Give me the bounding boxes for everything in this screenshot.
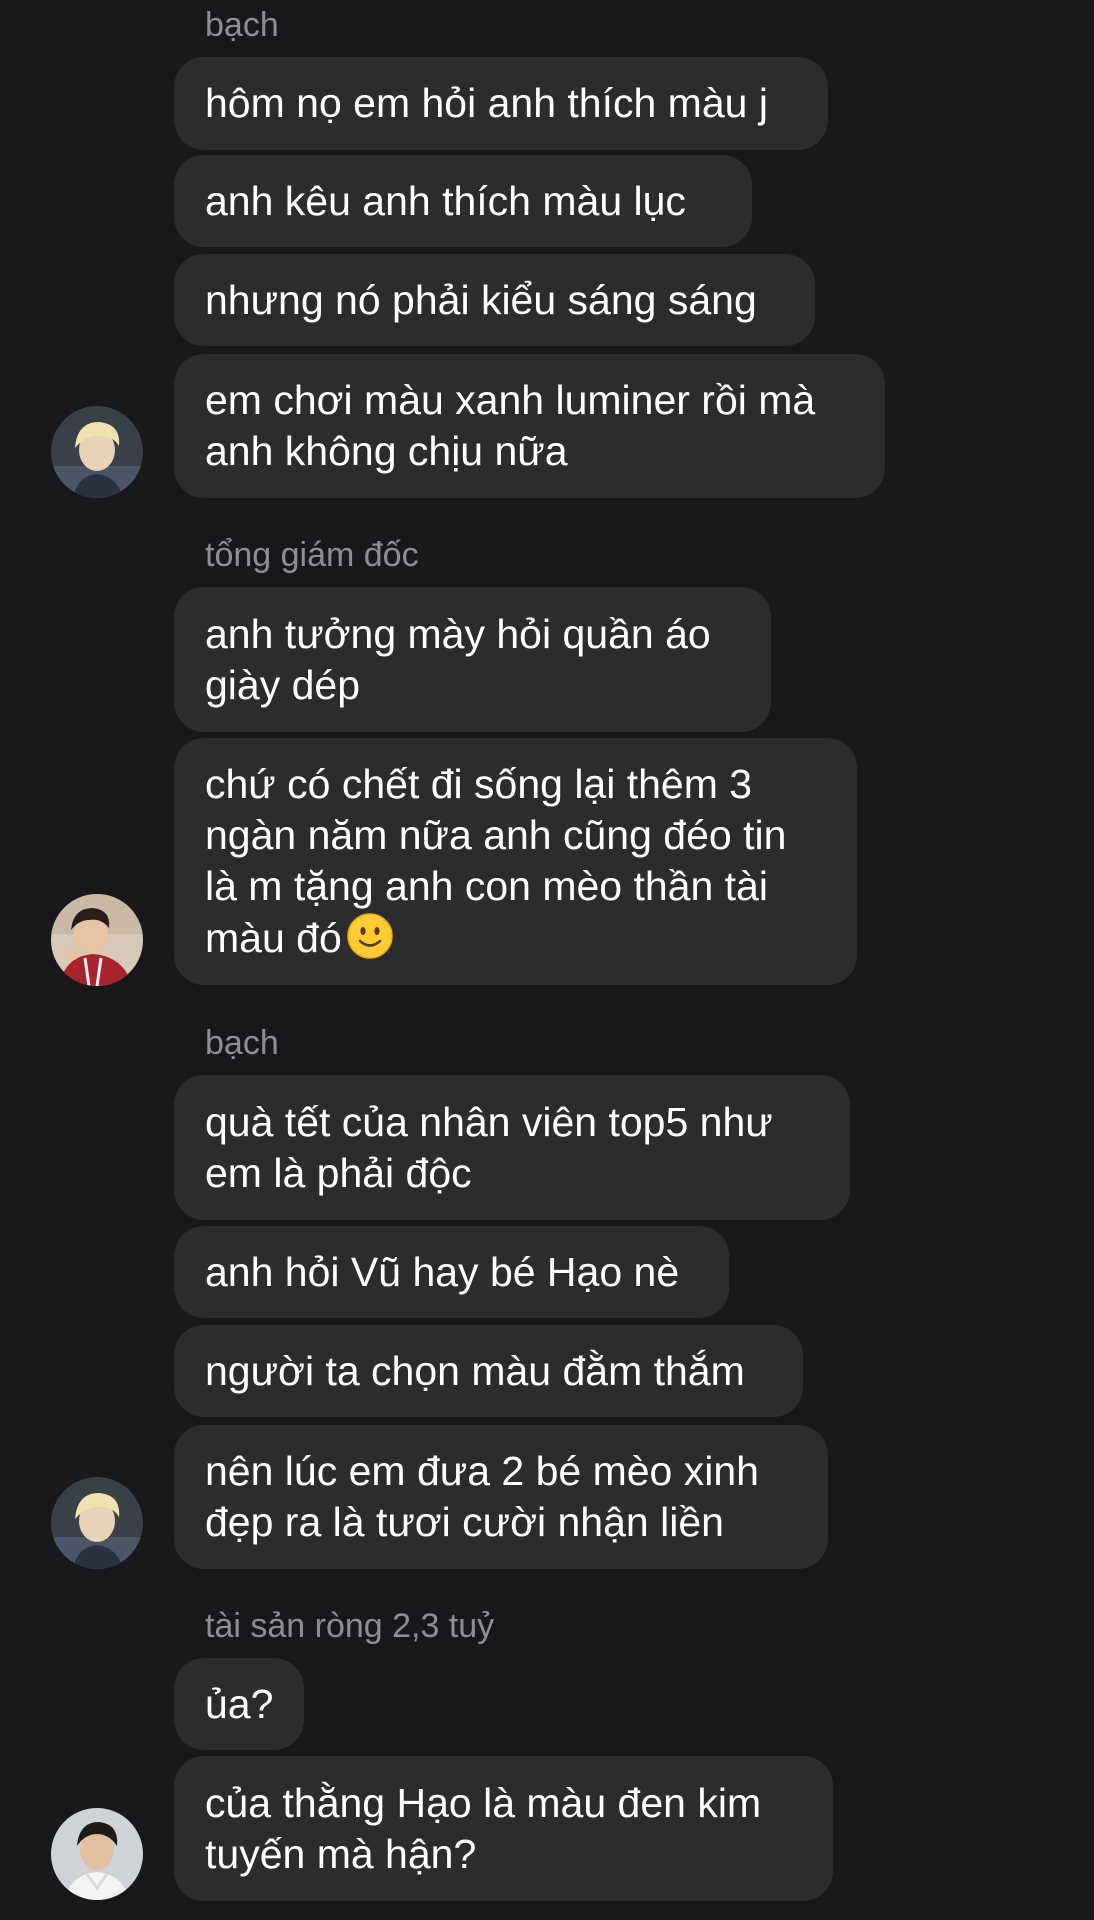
message-text: anh tưởng mày hỏi quần áo [205, 610, 711, 657]
message-text: tuyến mà hận? [205, 1830, 477, 1877]
message-text: ủa? [205, 1680, 274, 1727]
avatar[interactable] [51, 1808, 143, 1900]
message-text: quà tết của nhân viên top5 như [205, 1098, 773, 1145]
avatar-photo-red-jacket [51, 894, 143, 986]
message-text: nhưng nó phải kiểu sáng sáng [205, 276, 757, 323]
sender-name: bạch [205, 1024, 279, 1062]
message-text: ngàn năm nữa anh cũng đéo tin [205, 812, 787, 858]
message-text: giày dép [205, 661, 361, 708]
message-text: màu đó [205, 915, 342, 961]
sender-name: tài sản ròng 2,3 tuỷ [205, 1607, 495, 1645]
avatar[interactable] [51, 1477, 143, 1569]
chat-screen: bạch hôm nọ em hỏi anh thích màu j anh k… [0, 0, 1094, 1920]
message-text: của thằng Hạo là màu đen kim [205, 1779, 762, 1826]
message-text: chứ có chết đi sống lại thêm 3 [205, 761, 753, 807]
message-bubble[interactable]: ủa? [174, 1658, 304, 1750]
avatar-photo-blonde [51, 406, 143, 498]
message-bubble[interactable]: nên lúc em đưa 2 bé mèo xinh đẹp ra là t… [174, 1425, 828, 1569]
message-bubble[interactable]: chứ có chết đi sống lại thêm 3 ngàn năm … [174, 738, 857, 985]
avatar-photo-blonde [51, 1477, 143, 1569]
message-bubble[interactable]: quà tết của nhân viên top5 như em là phả… [174, 1075, 850, 1220]
message-text: nên lúc em đưa 2 bé mèo xinh [205, 1448, 759, 1494]
message-text: anh kêu anh thích màu lục [205, 177, 686, 224]
message-bubble[interactable]: anh kêu anh thích màu lục [174, 155, 752, 247]
message-bubble[interactable]: nhưng nó phải kiểu sáng sáng [174, 254, 815, 346]
slightly-smiling-face-icon [346, 912, 394, 960]
message-bubble[interactable]: anh hỏi Vũ hay bé Hạo nè [174, 1226, 729, 1318]
message-text: người ta chọn màu đằm thắm [205, 1347, 745, 1394]
message-text: em chơi màu xanh luminer rồi mà [205, 377, 816, 423]
message-bubble[interactable]: của thằng Hạo là màu đen kim tuyến mà hậ… [174, 1756, 833, 1901]
message-text: đẹp ra là tươi cười nhận liền [205, 1499, 724, 1545]
sender-name: tổng giám đốc [205, 536, 419, 574]
avatar[interactable] [51, 894, 143, 986]
avatar-photo-dark-hair [51, 1808, 143, 1900]
message-text: em là phải độc [205, 1149, 472, 1196]
message-text: anh hỏi Vũ hay bé Hạo nè [205, 1248, 680, 1295]
message-bubble[interactable]: em chơi màu xanh luminer rồi mà anh khôn… [174, 354, 885, 498]
avatar[interactable] [51, 406, 143, 498]
message-bubble[interactable]: hôm nọ em hỏi anh thích màu j [174, 57, 828, 150]
message-bubble[interactable]: anh tưởng mày hỏi quần áo giày dép [174, 587, 771, 732]
message-bubble[interactable]: người ta chọn màu đằm thắm [174, 1325, 803, 1417]
message-text: anh không chịu nữa [205, 428, 568, 474]
message-text: là m tặng anh con mèo thần tài [205, 863, 768, 909]
message-text: hôm nọ em hỏi anh thích màu j [205, 80, 768, 126]
sender-name: bạch [205, 6, 279, 44]
